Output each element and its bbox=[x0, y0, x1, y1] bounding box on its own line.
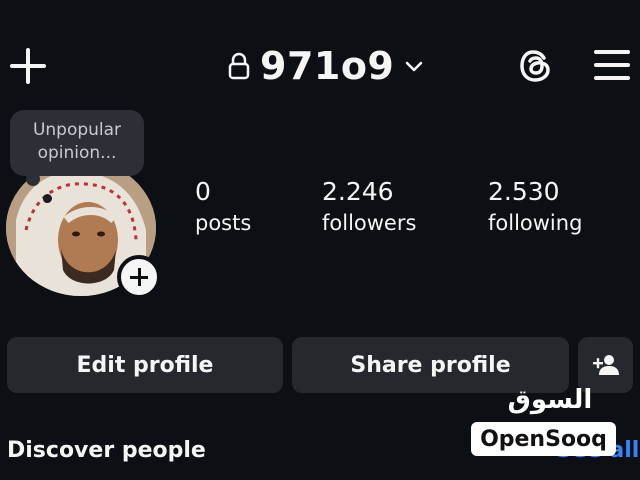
stat-following[interactable]: 2.530 following bbox=[488, 176, 582, 238]
note-bubble-tail bbox=[26, 172, 40, 186]
share-profile-label: Share profile bbox=[350, 352, 511, 378]
stat-label: followers bbox=[322, 211, 417, 235]
username: 971o9 bbox=[260, 44, 395, 88]
chevron-down-icon[interactable] bbox=[404, 56, 424, 76]
profile-note[interactable]: Unpopular opinion... bbox=[10, 110, 144, 176]
stat-posts[interactable]: 0 posts bbox=[195, 176, 251, 238]
stat-label: following bbox=[488, 211, 583, 235]
edit-profile-button[interactable]: Edit profile bbox=[7, 337, 283, 393]
stat-followers[interactable]: 2.246 followers bbox=[322, 176, 416, 238]
username-switcher[interactable]: 971o9 bbox=[228, 42, 424, 90]
edit-profile-label: Edit profile bbox=[76, 352, 214, 378]
watermark-latin: OpenSooq bbox=[480, 426, 607, 452]
note-text: Unpopular opinion... bbox=[32, 120, 122, 163]
menu-icon[interactable] bbox=[594, 50, 630, 80]
stat-value: 2.246 bbox=[322, 177, 394, 206]
stat-value: 2.530 bbox=[488, 177, 560, 206]
discover-people-title: Discover people bbox=[7, 438, 206, 463]
opensooq-logo-arabic: السوق المفتوح bbox=[470, 380, 630, 455]
add-story-button[interactable] bbox=[117, 255, 161, 299]
opensooq-logo: OpenSooq bbox=[471, 422, 616, 456]
stat-value: 0 bbox=[195, 177, 211, 206]
add-person-icon bbox=[592, 353, 620, 377]
stat-label: posts bbox=[195, 211, 252, 235]
note-dot bbox=[43, 194, 52, 203]
lock-icon bbox=[228, 52, 250, 80]
threads-icon[interactable] bbox=[516, 46, 556, 86]
new-post-icon[interactable] bbox=[10, 48, 46, 84]
